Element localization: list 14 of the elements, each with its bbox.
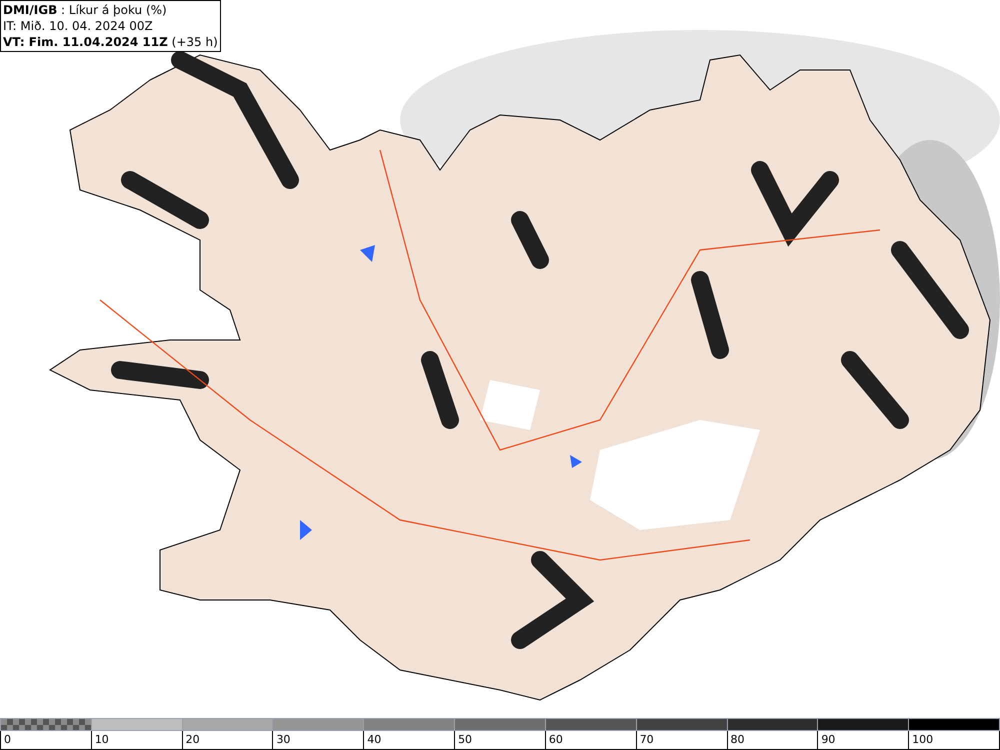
legend-tick-label: 100 [912, 733, 934, 746]
header-line: VT: Fim. 11.04.2024 11Z (+35 h) [3, 34, 218, 50]
legend-tick-label: 40 [367, 733, 382, 746]
legend-tick-label: 30 [276, 733, 290, 746]
legend-tick-label: 0 [4, 733, 11, 746]
header-line: DMI/IGB : Líkur á þoku (%) [3, 2, 168, 18]
legend-tick-label: 10 [94, 733, 109, 746]
header-line: IT: Mið. 10. 04. 2024 00Z [3, 18, 154, 34]
legend-tick-label: 60 [548, 733, 563, 746]
legend-tick-label: 90 [821, 733, 836, 746]
legend-tick-label: 80 [730, 733, 744, 746]
legend-tick-label: 70 [640, 733, 654, 746]
legend-tick-label: 20 [186, 733, 200, 746]
legend-tick-label: 50 [458, 733, 472, 746]
